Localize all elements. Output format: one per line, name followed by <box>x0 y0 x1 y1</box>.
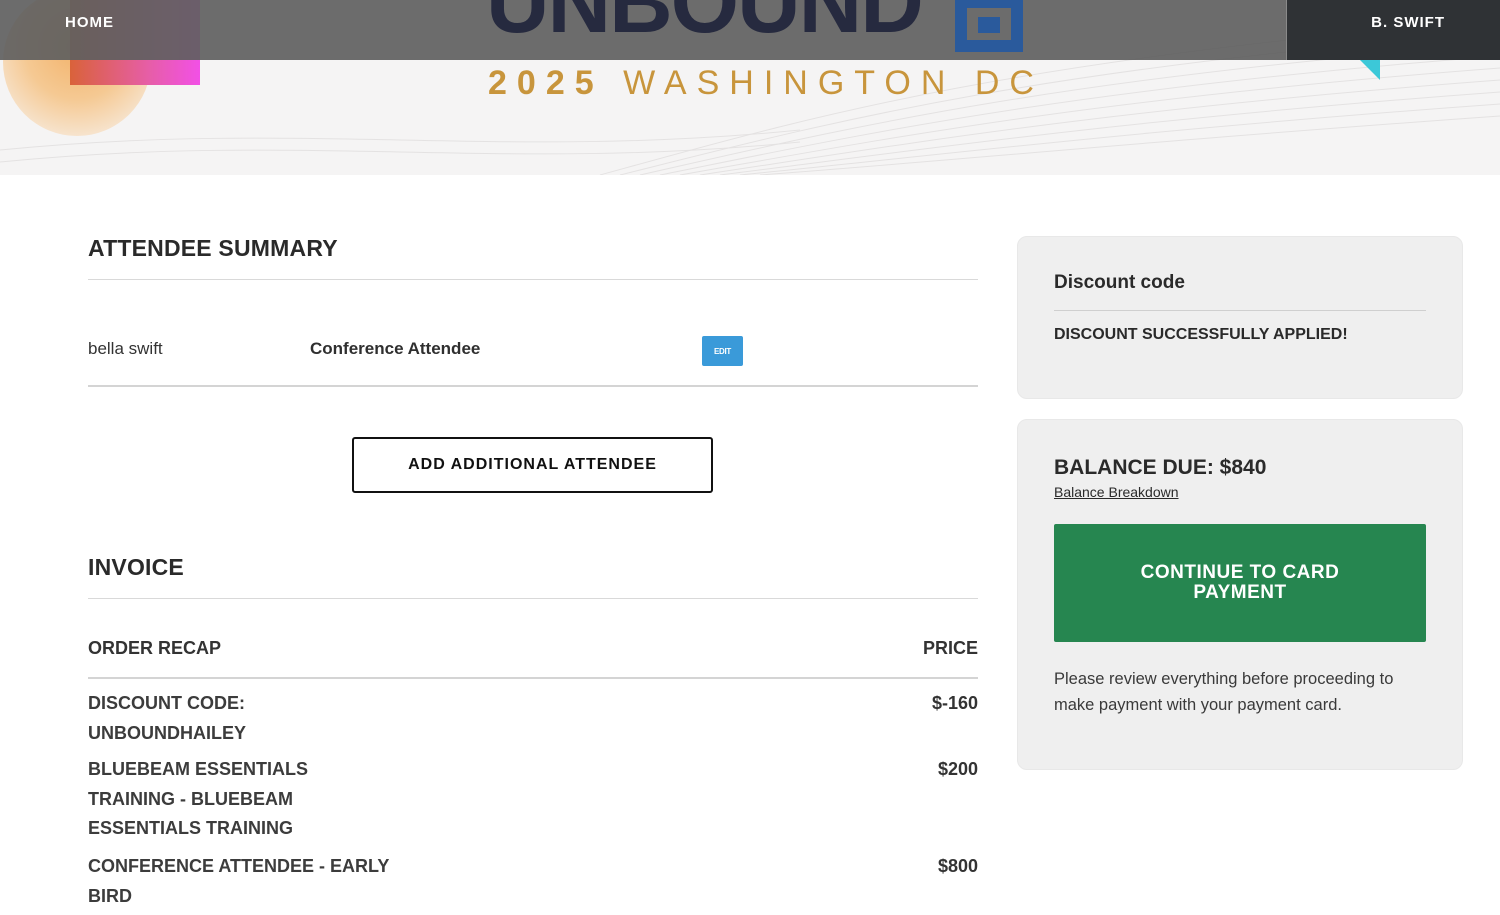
attendee-summary-title: ATTENDEE SUMMARY <box>88 235 338 261</box>
invoice-item-price: $200 <box>937 759 978 779</box>
order-recap-header: ORDER RECAP <box>88 638 222 658</box>
divider <box>88 677 978 679</box>
divider <box>1054 310 1426 311</box>
payment-note: Please review everything before proceedi… <box>1054 670 1394 714</box>
continue-to-payment-button[interactable]: CONTINUE TO CARD PAYMENT <box>1054 524 1426 642</box>
home-link[interactable]: HOME <box>65 14 114 31</box>
balance-card: BALANCE DUE: $840 Balance Breakdown CONT… <box>1017 419 1463 770</box>
balance-breakdown-link[interactable]: Balance Breakdown <box>1054 484 1179 500</box>
invoice-item-label: DISCOUNT CODE: UNBOUNDHAILEY <box>88 693 247 743</box>
divider <box>88 279 978 280</box>
edit-attendee-button[interactable]: EDIT <box>702 336 743 366</box>
add-attendee-button[interactable]: ADD ADDITIONAL ATTENDEE <box>352 437 713 493</box>
invoice-item-price: $-160 <box>931 693 978 713</box>
logo-wordmark: UNBOUND <box>486 0 924 51</box>
event-subtitle: 2025 WASHINGTON DC <box>488 64 1044 103</box>
invoice-item-price: $800 <box>937 856 978 876</box>
discount-card: Discount code DISCOUNT SUCCESSFULLY APPL… <box>1017 236 1463 399</box>
divider <box>88 385 978 387</box>
price-header: PRICE <box>922 638 978 658</box>
balance-due: BALANCE DUE: $840 <box>1054 456 1267 479</box>
attendee-type: Conference Attendee <box>310 339 481 358</box>
attendee-name: bella swift <box>88 339 163 358</box>
event-location: WASHINGTON DC <box>623 64 1044 102</box>
divider <box>88 598 978 599</box>
invoice-title: INVOICE <box>88 554 184 580</box>
teal-triangle-decoration <box>1360 60 1380 80</box>
invoice-item-label: CONFERENCE ATTENDEE - EARLY BIRD <box>88 856 390 906</box>
event-year: 2025 <box>488 64 604 102</box>
discount-status: DISCOUNT SUCCESSFULLY APPLIED! <box>1054 326 1348 343</box>
hero-banner: UNBOUND 2025 WASHINGTON DC HOME B. SWIFT <box>0 0 1500 175</box>
logo-square-icon <box>955 0 1023 52</box>
user-account-link[interactable]: B. SWIFT <box>1371 14 1445 31</box>
discount-title: Discount code <box>1054 272 1185 293</box>
invoice-item-label: BLUEBEAM ESSENTIALS TRAINING - BLUEBEAM … <box>88 759 309 838</box>
